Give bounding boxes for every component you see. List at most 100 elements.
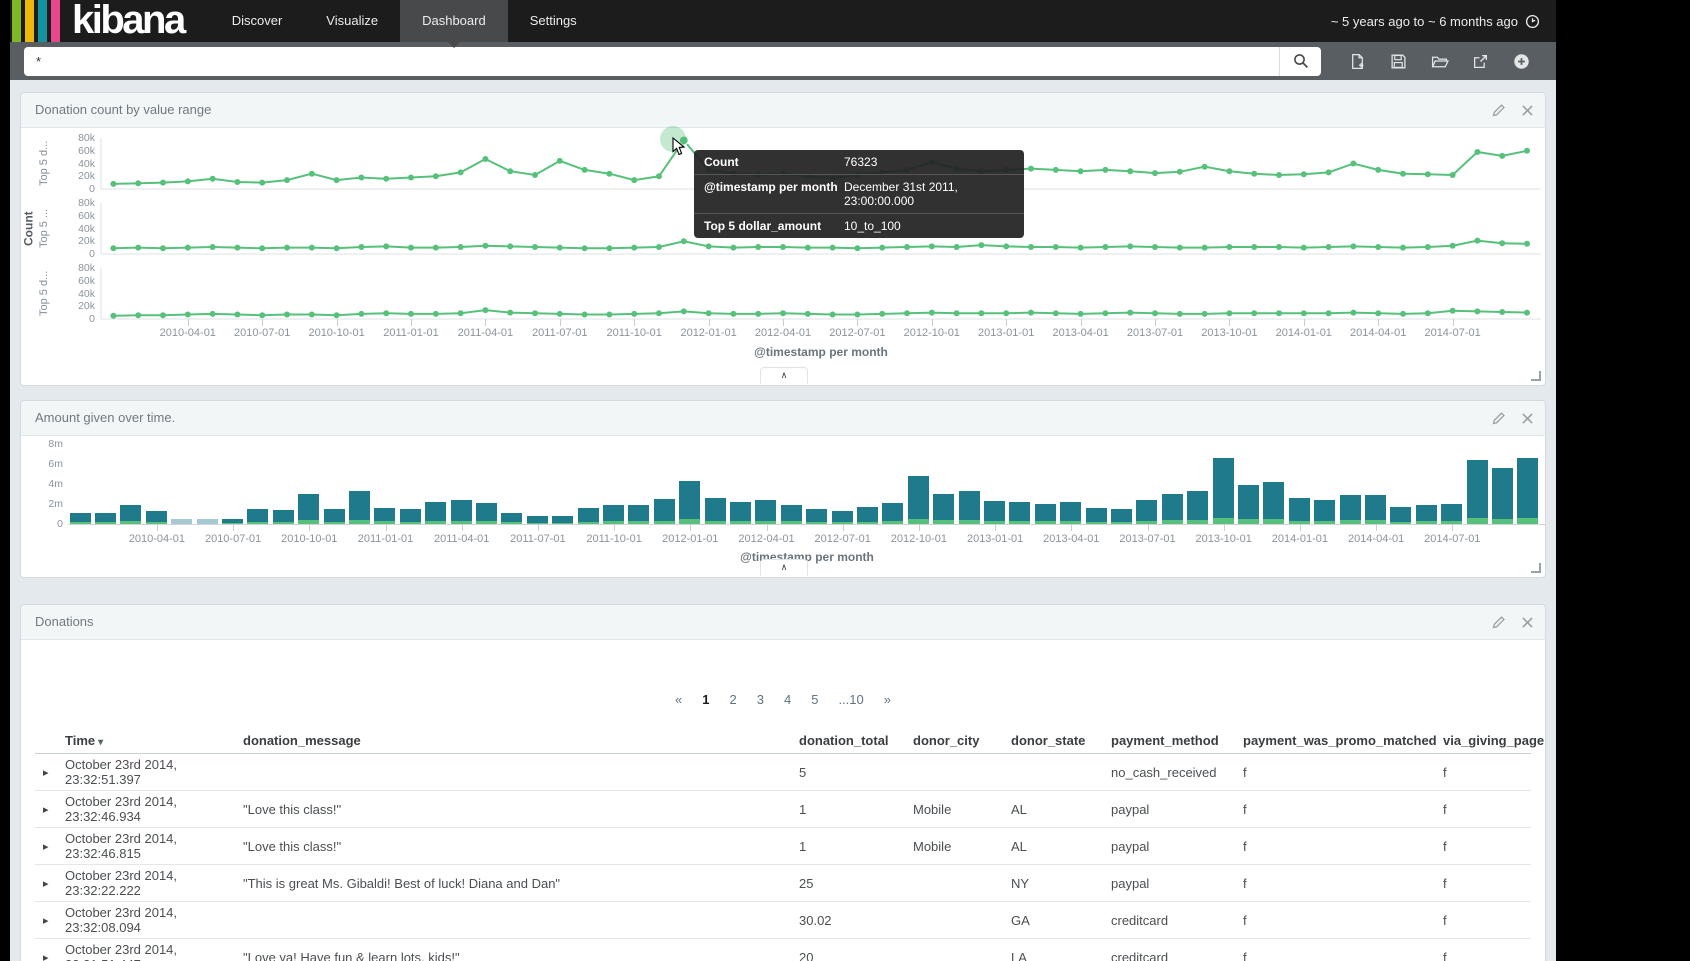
table-row[interactable]: ▸ October 23rd 2014, 23:32:46.934 "Love th… xyxy=(35,791,1531,828)
x-axis-line xyxy=(68,524,1546,525)
column-header-donation-message[interactable]: donation_message xyxy=(243,733,799,748)
table-row[interactable]: ▸ October 23rd 2014, 23:32:51.397 5 no_cash… xyxy=(35,754,1531,791)
bar-segment-top xyxy=(374,508,396,521)
close-panel-icon[interactable] xyxy=(1522,412,1533,424)
bar-segment-top xyxy=(1517,458,1539,518)
cell-time: October 23rd 2014, 23:32:22.222 xyxy=(65,868,178,898)
split-axis-label: Top 5 ... xyxy=(38,208,50,249)
row-expand-icon[interactable]: ▸ xyxy=(35,914,65,927)
page-4[interactable]: 4 xyxy=(784,692,791,707)
resize-handle-icon[interactable] xyxy=(1531,371,1541,381)
column-header-donor-state[interactable]: donor_state xyxy=(1011,733,1111,748)
pagination: « 1 2 3 4 5 ...10 » xyxy=(21,692,1545,712)
x-axis-tick xyxy=(336,319,338,326)
page-prev[interactable]: « xyxy=(675,692,682,707)
cell-via_giving_page: f xyxy=(1443,838,1447,854)
table-row[interactable]: ▸ October 23rd 2014, 23:32:08.094 30.02 GA c… xyxy=(35,902,1531,939)
cell-time: October 23rd 2014, 23:31:51.447 xyxy=(65,942,178,961)
edit-panel-icon[interactable] xyxy=(1492,615,1505,629)
panel-title: Donations xyxy=(35,614,94,629)
bar-segment-top xyxy=(704,498,726,521)
row-expand-icon[interactable]: ▸ xyxy=(35,803,65,816)
collapse-panel-button[interactable]: ∧ xyxy=(760,367,808,384)
y-axis-tick-label: 80k xyxy=(78,132,95,144)
load-dashboard-button[interactable] xyxy=(1419,42,1460,80)
table-row[interactable]: ▸ October 23rd 2014, 23:32:22.222 "This is… xyxy=(35,865,1531,902)
row-expand-icon[interactable]: ▸ xyxy=(35,877,65,890)
donations-table: Time ▾ donation_message donation_total donor… xyxy=(35,728,1544,961)
row-expand-icon[interactable]: ▸ xyxy=(35,951,65,961)
cell-donation_total: 1 xyxy=(799,801,807,817)
bar-segment-top xyxy=(501,513,523,522)
collapse-chevron-icon: ∧ xyxy=(780,370,788,380)
y-axis-tick-label: 0 xyxy=(89,183,95,195)
bar-segment-top xyxy=(1466,460,1488,518)
cell-donation_message: "This is great Ms. Gibaldi! Best of luck… xyxy=(243,875,561,891)
y-axis-title: Count xyxy=(21,211,36,246)
cell-donor_state: AL xyxy=(1011,801,1027,817)
bar-segment-top xyxy=(399,509,421,522)
search-icon xyxy=(1293,53,1309,69)
x-axis-tick xyxy=(262,319,264,326)
y-axis-tick-label: 60k xyxy=(78,144,95,157)
query-input[interactable] xyxy=(24,46,1279,76)
tab-visualize[interactable]: Visualize xyxy=(304,0,400,42)
sort-desc-icon: ▾ xyxy=(98,737,104,748)
bar-segment-top xyxy=(1110,509,1132,522)
page-3[interactable]: 3 xyxy=(757,692,764,707)
save-floppy-icon xyxy=(1390,53,1407,70)
bar-segment-top xyxy=(1441,504,1463,521)
add-visualization-button[interactable] xyxy=(1501,42,1542,80)
column-header-time[interactable]: Time ▾ xyxy=(65,733,243,748)
resize-handle-icon[interactable] xyxy=(1531,563,1541,573)
share-dashboard-button[interactable] xyxy=(1460,42,1501,80)
close-panel-icon[interactable] xyxy=(1522,104,1533,116)
x-axis-tick xyxy=(1376,524,1378,531)
open-folder-icon xyxy=(1431,53,1449,70)
tab-dashboard[interactable]: Dashboard xyxy=(400,0,508,48)
y-axis-tick-label: 2m xyxy=(48,498,63,510)
page-2[interactable]: 2 xyxy=(730,692,737,707)
tooltip-value: 76323 xyxy=(844,155,878,169)
y-axis-tick-label: 0 xyxy=(89,313,95,325)
table-row[interactable]: ▸ October 23rd 2014, 23:32:46.815 "Love th… xyxy=(35,828,1531,865)
bar-segment-top xyxy=(933,494,955,520)
save-dashboard-button[interactable] xyxy=(1378,42,1419,80)
row-expand-icon[interactable]: ▸ xyxy=(35,840,65,853)
page-5[interactable]: 5 xyxy=(811,692,818,707)
edit-panel-icon[interactable] xyxy=(1492,103,1505,117)
column-header-payment-was-promo-matched[interactable]: payment_was_promo_matched xyxy=(1243,733,1443,748)
cell-donation_total: 5 xyxy=(799,764,807,780)
bar-segment-top xyxy=(348,491,370,520)
page-...10[interactable]: ...10 xyxy=(838,692,863,707)
x-axis-tick xyxy=(1080,319,1082,326)
edit-panel-icon[interactable] xyxy=(1492,411,1505,425)
bar-segment-top xyxy=(1060,502,1082,521)
new-document-icon xyxy=(1349,53,1366,70)
column-header-donation-total[interactable]: donation_total xyxy=(799,733,913,748)
column-header-via-giving-page[interactable]: via_giving_page xyxy=(1443,733,1544,748)
bar-segment-top xyxy=(298,494,320,520)
page-1[interactable]: 1 xyxy=(702,692,709,707)
column-header-payment-method[interactable]: payment_method xyxy=(1111,733,1243,748)
close-panel-icon[interactable] xyxy=(1522,616,1533,628)
panel-donation-count: Donation count by value range Count 80k 60… xyxy=(20,92,1546,386)
cell-donation_message: "Love this class!" xyxy=(243,801,342,817)
tab-discover[interactable]: Discover xyxy=(210,0,305,42)
bar-segment-top xyxy=(1034,504,1056,521)
table-row[interactable]: ▸October 23rd 2014, 23:31:51.447 "Love ya… xyxy=(35,939,1531,961)
new-dashboard-button[interactable] xyxy=(1337,42,1378,80)
x-axis-tick xyxy=(857,319,859,326)
logo-stripe xyxy=(12,0,21,42)
column-header-donor-city[interactable]: donor_city xyxy=(913,733,1011,748)
time-range-picker[interactable]: ~ 5 years ago to ~ 6 months ago xyxy=(1331,0,1556,42)
row-expand-icon[interactable]: ▸ xyxy=(35,766,65,779)
y-axis-tick-label: 80k xyxy=(78,197,95,209)
navbar: kibana Discover Visualize Dashboard Sett… xyxy=(10,0,1556,48)
cell-donor_state: LA xyxy=(1011,949,1027,961)
tab-settings[interactable]: Settings xyxy=(508,0,599,42)
collapse-panel-button[interactable]: ∧ xyxy=(760,559,808,576)
page-next[interactable]: » xyxy=(884,692,891,707)
x-axis-tick xyxy=(1071,524,1073,531)
search-button[interactable] xyxy=(1279,46,1321,76)
